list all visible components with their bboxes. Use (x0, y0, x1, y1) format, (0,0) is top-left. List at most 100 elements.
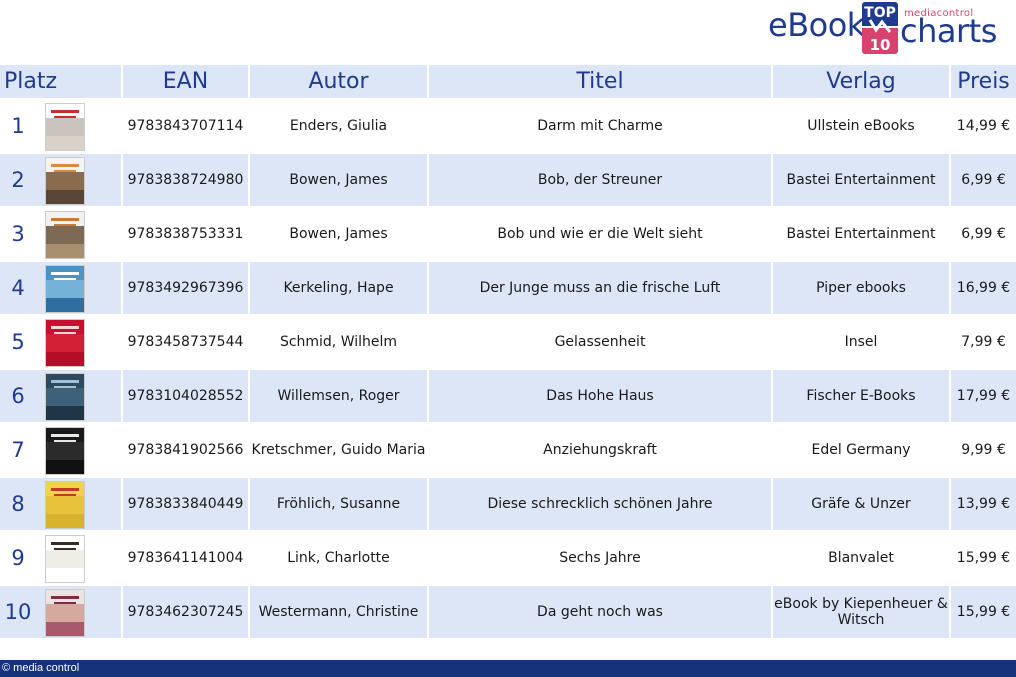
title-cell: Bob, der Streuner (429, 154, 771, 206)
title-cell: Bob und wie er die Welt sieht (429, 208, 771, 260)
cover-subtitle-strip (54, 602, 76, 604)
table-row: 8 9783833840449 Fröhlich, Susanne Diese sch… (0, 478, 1016, 530)
price-cell: 6,99 € (951, 208, 1016, 260)
ean-cell: 9783841902566 (123, 424, 248, 476)
book-cover-image (45, 481, 85, 529)
book-cover-image (45, 319, 85, 367)
publisher-cell: Bastei Entertainment (773, 208, 949, 260)
column-header-platz: Platz (0, 65, 121, 98)
publisher-cell: Gräfe & Unzer (773, 478, 949, 530)
table-row: 3 9783838753331 Bowen, James Bob und wie er… (0, 208, 1016, 260)
ean-cell: 9783104028552 (123, 370, 248, 422)
publisher-cell: Blanvalet (773, 532, 949, 584)
ean-cell: 9783462307245 (123, 586, 248, 638)
cover-title-strip (51, 380, 79, 383)
cover-subtitle-strip (54, 332, 76, 334)
cover-title-strip (51, 218, 79, 221)
table-row: 2 9783838724980 Bowen, James Bob, der Streu… (0, 154, 1016, 206)
ean-cell: 9783838753331 (123, 208, 248, 260)
publisher-cell: Piper ebooks (773, 262, 949, 314)
rank-cell: 4 (0, 262, 121, 314)
table-row: 6 9783104028552 Willemsen, Roger Das Hohe H… (0, 370, 1016, 422)
title-cell: Sechs Jahre (429, 532, 771, 584)
title-cell: Gelassenheit (429, 316, 771, 368)
cover-title-strip (51, 272, 79, 275)
cover-subtitle-strip (54, 170, 76, 172)
author-cell: Fröhlich, Susanne (250, 478, 427, 530)
table-row: 10 9783462307245 Westermann, Christine Da g… (0, 586, 1016, 638)
ean-cell: 9783843707114 (123, 100, 248, 152)
column-header-autor: Autor (250, 65, 427, 98)
rank-cell: 1 (0, 100, 121, 152)
rank-number: 8 (11, 492, 25, 516)
title-cell: Der Junge muss an die frische Luft (429, 262, 771, 314)
table-body: 1 9783843707114 Enders, Giulia Darm mit Cha… (0, 100, 1016, 638)
column-header-titel: Titel (429, 65, 771, 98)
cover-subtitle-strip (54, 224, 76, 226)
author-cell: Bowen, James (250, 208, 427, 260)
publisher-cell: Bastei Entertainment (773, 154, 949, 206)
author-cell: Westermann, Christine (250, 586, 427, 638)
table-row: 5 9783458737544 Schmid, Wilhelm Gelassenhei… (0, 316, 1016, 368)
title-cell: Anziehungskraft (429, 424, 771, 476)
rank-number: 5 (11, 330, 25, 354)
cover-title-strip (51, 110, 79, 113)
author-cell: Link, Charlotte (250, 532, 427, 584)
book-cover-image (45, 589, 85, 637)
rank-number: 9 (11, 546, 25, 570)
price-cell: 17,99 € (951, 370, 1016, 422)
title-cell: Diese schrecklich schönen Jahre (429, 478, 771, 530)
price-cell: 9,99 € (951, 424, 1016, 476)
author-cell: Willemsen, Roger (250, 370, 427, 422)
cover-title-strip (51, 488, 79, 491)
cover-subtitle-strip (54, 548, 76, 550)
publisher-cell: Insel (773, 316, 949, 368)
ean-cell: 9783492967396 (123, 262, 248, 314)
author-cell: Schmid, Wilhelm (250, 316, 427, 368)
cover-subtitle-strip (54, 440, 76, 442)
book-cover-image (45, 535, 85, 583)
cover-title-strip (51, 596, 79, 599)
publisher-cell: Edel Germany (773, 424, 949, 476)
book-cover-image (45, 211, 85, 259)
logo-charts-text: charts (900, 12, 997, 50)
column-header-ean: EAN (123, 65, 248, 98)
cover-subtitle-strip (54, 116, 76, 118)
rank-number: 10 (4, 600, 32, 624)
rank-number: 2 (11, 168, 25, 192)
price-cell: 16,99 € (951, 262, 1016, 314)
price-cell: 13,99 € (951, 478, 1016, 530)
footer-copyright: © media control (0, 660, 1016, 677)
cover-title-strip (51, 434, 79, 437)
cover-subtitle-strip (54, 278, 76, 280)
rank-cell: 5 (0, 316, 121, 368)
logo-top10-badge: TOP 10 (862, 2, 898, 54)
rank-number: 7 (11, 438, 25, 462)
column-header-preis: Preis (951, 65, 1016, 98)
cover-title-strip (51, 542, 79, 545)
publisher-cell: Fischer E-Books (773, 370, 949, 422)
column-header-verlag: Verlag (773, 65, 949, 98)
book-cover-image (45, 265, 85, 313)
ean-cell: 9783458737544 (123, 316, 248, 368)
price-cell: 15,99 € (951, 586, 1016, 638)
price-cell: 15,99 € (951, 532, 1016, 584)
author-cell: Kerkeling, Hape (250, 262, 427, 314)
rank-cell: 10 (0, 586, 121, 638)
ebook-charts-logo: eBook TOP 10 mediacontrol charts (768, 2, 1008, 56)
rank-cell: 6 (0, 370, 121, 422)
publisher-cell: Ullstein eBooks (773, 100, 949, 152)
publisher-cell: eBook by Kiepenheuer & Witsch (773, 586, 949, 638)
price-cell: 6,99 € (951, 154, 1016, 206)
rank-number: 1 (11, 114, 25, 138)
cover-title-strip (51, 164, 79, 167)
price-cell: 7,99 € (951, 316, 1016, 368)
rank-number: 3 (11, 222, 25, 246)
table-row: 7 9783841902566 Kretschmer, Guido Maria Anz… (0, 424, 1016, 476)
rank-cell: 9 (0, 532, 121, 584)
price-cell: 14,99 € (951, 100, 1016, 152)
ebook-charts-table: Platz EAN Autor Titel Verlag Preis 1 9783… (0, 63, 1016, 640)
ean-cell: 9783838724980 (123, 154, 248, 206)
rank-cell: 8 (0, 478, 121, 530)
table-header-row: Platz EAN Autor Titel Verlag Preis (0, 65, 1016, 98)
